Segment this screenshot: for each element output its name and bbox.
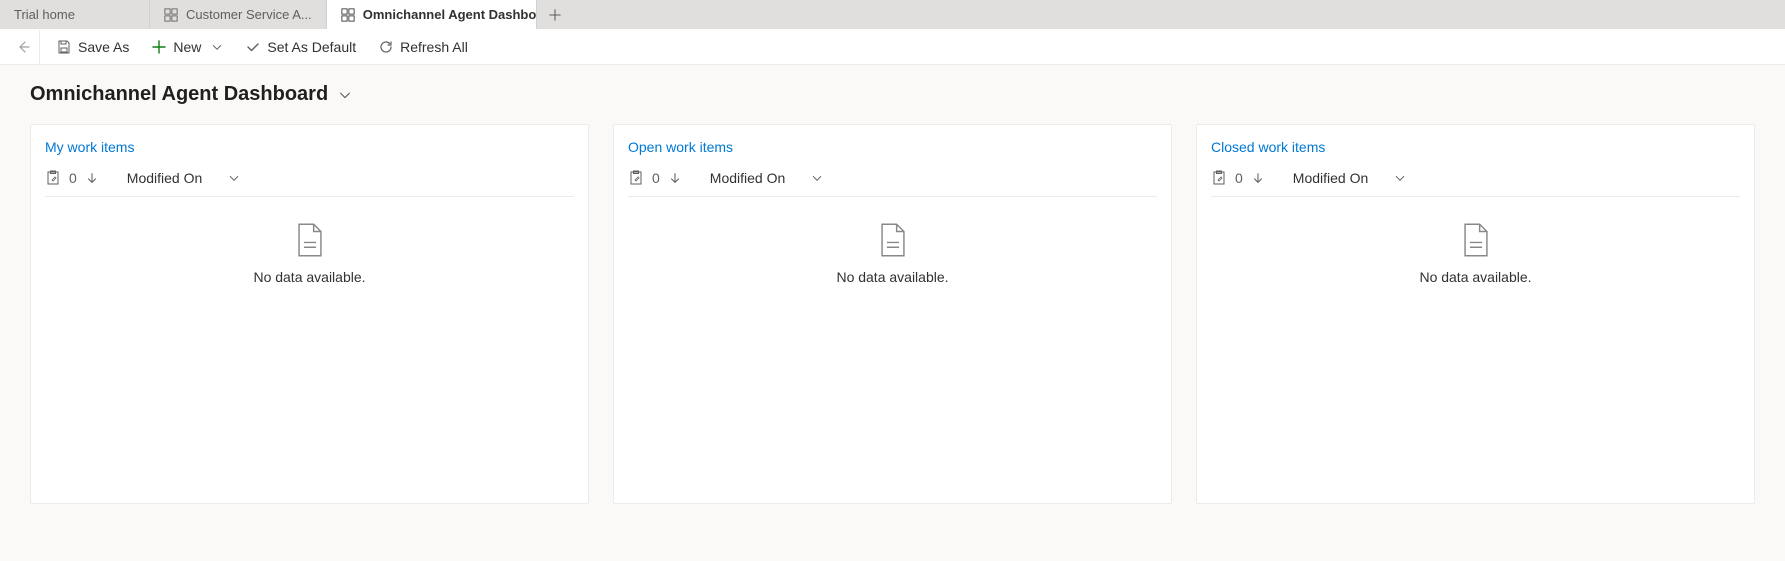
- tab-strip: Trial home Customer Service A... Omnicha…: [0, 0, 1785, 29]
- tab-customer-service[interactable]: Customer Service A...: [150, 0, 327, 29]
- chevron-down-icon: [1394, 172, 1406, 184]
- new-tab-button[interactable]: [537, 0, 573, 29]
- card-title[interactable]: My work items: [45, 139, 574, 155]
- empty-state: No data available.: [1211, 197, 1740, 285]
- page-title: Omnichannel Agent Dashboard: [30, 83, 328, 106]
- tab-label: Customer Service A...: [186, 7, 312, 22]
- document-icon: [878, 223, 908, 257]
- card-count: 0: [1235, 170, 1243, 186]
- set-as-default-label: Set As Default: [267, 39, 356, 55]
- back-button[interactable]: [6, 30, 40, 64]
- card-closed-work-items: Closed work items 0 Modified On: [1196, 124, 1755, 504]
- new-label: New: [173, 39, 201, 55]
- sort-field-label: Modified On: [1293, 170, 1368, 186]
- save-as-icon: [56, 39, 72, 55]
- refresh-all-label: Refresh All: [400, 39, 468, 55]
- document-icon: [1461, 223, 1491, 257]
- tab-label: Omnichannel Agent Dashboard: [363, 7, 537, 22]
- empty-text: No data available.: [836, 269, 948, 285]
- check-icon: [245, 39, 261, 55]
- clipboard-icon: [1211, 170, 1227, 186]
- sort-field-dropdown[interactable]: Modified On: [710, 170, 823, 186]
- card-count: 0: [652, 170, 660, 186]
- tab-omnichannel-dashboard[interactable]: Omnichannel Agent Dashboard: [327, 0, 537, 29]
- card-toolbar: 0 Modified On: [1211, 165, 1740, 197]
- plus-icon: [151, 39, 167, 55]
- sort-field-dropdown[interactable]: Modified On: [127, 170, 240, 186]
- card-title[interactable]: Open work items: [628, 139, 1157, 155]
- card-toolbar: 0 Modified On: [45, 165, 574, 197]
- workspace-icon: [341, 8, 355, 22]
- arrow-down-icon[interactable]: [668, 171, 682, 185]
- sort-field-dropdown[interactable]: Modified On: [1293, 170, 1406, 186]
- card-count-group: 0: [628, 170, 682, 186]
- save-as-button[interactable]: Save As: [46, 30, 139, 64]
- chevron-down-icon: [338, 88, 352, 102]
- arrow-down-icon[interactable]: [1251, 171, 1265, 185]
- command-bar: Save As New Set As Default Refresh All: [0, 29, 1785, 65]
- chevron-down-icon: [228, 172, 240, 184]
- chevron-down-icon: [211, 41, 223, 53]
- card-row: My work items 0 Modified On: [30, 124, 1755, 504]
- tab-label: Trial home: [14, 7, 75, 22]
- content-area: Omnichannel Agent Dashboard My work item…: [0, 65, 1785, 522]
- back-arrow-icon: [15, 39, 31, 55]
- card-open-work-items: Open work items 0 Modified On: [613, 124, 1172, 504]
- chevron-down-icon: [811, 172, 823, 184]
- plus-icon: [548, 8, 562, 22]
- tab-trial-home[interactable]: Trial home: [0, 0, 150, 29]
- sort-field-label: Modified On: [710, 170, 785, 186]
- document-icon: [295, 223, 325, 257]
- sort-field-label: Modified On: [127, 170, 202, 186]
- card-count-group: 0: [45, 170, 99, 186]
- empty-text: No data available.: [1419, 269, 1531, 285]
- empty-state: No data available.: [45, 197, 574, 285]
- card-count: 0: [69, 170, 77, 186]
- card-toolbar: 0 Modified On: [628, 165, 1157, 197]
- clipboard-icon: [628, 170, 644, 186]
- card-my-work-items: My work items 0 Modified On: [30, 124, 589, 504]
- set-as-default-button[interactable]: Set As Default: [235, 30, 366, 64]
- refresh-all-button[interactable]: Refresh All: [368, 30, 478, 64]
- refresh-icon: [378, 39, 394, 55]
- arrow-down-icon[interactable]: [85, 171, 99, 185]
- page-title-row[interactable]: Omnichannel Agent Dashboard: [30, 83, 1755, 106]
- new-button[interactable]: New: [141, 30, 233, 64]
- empty-state: No data available.: [628, 197, 1157, 285]
- save-as-label: Save As: [78, 39, 129, 55]
- card-count-group: 0: [1211, 170, 1265, 186]
- workspace-icon: [164, 8, 178, 22]
- card-title[interactable]: Closed work items: [1211, 139, 1740, 155]
- clipboard-icon: [45, 170, 61, 186]
- empty-text: No data available.: [253, 269, 365, 285]
